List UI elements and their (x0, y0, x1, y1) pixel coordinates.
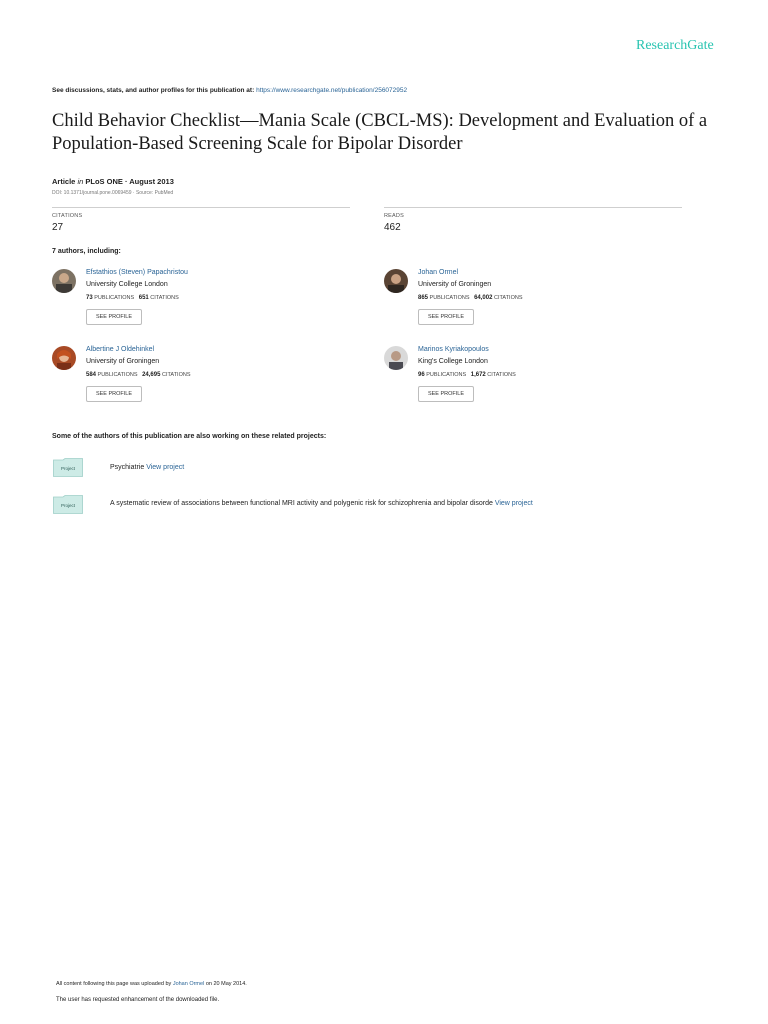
upload-suffix: on 20 May 2014. (205, 981, 247, 987)
citations-divider (52, 207, 350, 208)
article-meta: Article in PLoS ONE · August 2013 (52, 177, 174, 186)
author-stats: 96 PUBLICATIONS 1,672 CITATIONS (418, 372, 516, 378)
project-item: A systematic review of associations betw… (110, 500, 533, 507)
project-item: Psychiatrie View project (110, 464, 184, 471)
author-institution: University College London (86, 281, 168, 288)
author-stats: 584 PUBLICATIONS 24,695 CITATIONS (86, 372, 191, 378)
author-name[interactable]: Albertine J Oldehinkel (86, 346, 154, 353)
author-avatar[interactable] (384, 269, 408, 293)
project-folder-label: Project (60, 466, 75, 471)
authors-heading: 7 authors, including: (52, 248, 121, 255)
project-title: Psychiatrie (110, 464, 145, 471)
enhancement-note: The user has requested enhancement of th… (56, 997, 220, 1003)
uploader-link[interactable]: Johan Ormel (173, 981, 205, 987)
reads-label: READS (384, 213, 404, 219)
author-stats: 73 PUBLICATIONS 651 CITATIONS (86, 295, 179, 301)
author-card: Johan Ormel University of Groningen 865 … (384, 269, 684, 339)
journal-date: PLoS ONE · August 2013 (85, 177, 174, 186)
author-institution: King's College London (418, 358, 488, 365)
project-folder-label: Project (60, 503, 75, 508)
see-profile-button[interactable]: SEE PROFILE (86, 309, 142, 325)
citations-value: 27 (52, 222, 64, 233)
author-institution: University of Groningen (418, 281, 492, 288)
upload-note: All content following this page was uplo… (56, 981, 247, 987)
author-avatar[interactable] (52, 346, 76, 370)
citations-label: CITATIONS (52, 213, 83, 219)
projects-heading: Some of the authors of this publication … (52, 433, 327, 440)
in-word: in (77, 177, 84, 186)
discussion-prefix: See discussions, stats, and author profi… (52, 87, 255, 94)
project-folder-icon: Project (53, 495, 83, 514)
reads-value: 462 (384, 222, 401, 233)
project-folder-icon: Project (53, 458, 83, 477)
author-name[interactable]: Efstathios (Steven) Papachristou (86, 269, 188, 276)
publication-title: Child Behavior Checklist—Mania Scale (CB… (52, 111, 708, 154)
upload-prefix: All content following this page was uplo… (56, 981, 172, 987)
article-type: Article (52, 177, 76, 186)
doi-line: DOI: 10.1371/journal.pone.0069459 · Sour… (52, 190, 174, 196)
discussion-line: See discussions, stats, and author profi… (52, 87, 407, 94)
project-title: A systematic review of associations betw… (110, 500, 493, 507)
see-profile-button[interactable]: SEE PROFILE (418, 386, 474, 402)
reads-divider (384, 207, 682, 208)
see-profile-button[interactable]: SEE PROFILE (418, 309, 474, 325)
author-card: Marinos Kyriakopoulos King's College Lon… (384, 346, 684, 416)
author-card: Albertine J Oldehinkel University of Gro… (52, 346, 352, 416)
author-card: Efstathios (Steven) Papachristou Univers… (52, 269, 352, 339)
author-name[interactable]: Marinos Kyriakopoulos (418, 346, 489, 353)
author-avatar[interactable] (384, 346, 408, 370)
author-avatar[interactable] (52, 269, 76, 293)
see-profile-button[interactable]: SEE PROFILE (86, 386, 142, 402)
view-project-link[interactable]: View project (146, 464, 184, 471)
publication-url-link[interactable]: https://www.researchgate.net/publication… (256, 87, 407, 94)
view-project-link[interactable]: View project (495, 500, 533, 507)
author-name[interactable]: Johan Ormel (418, 269, 458, 276)
researchgate-logo[interactable]: ResearchGate (636, 38, 714, 54)
author-institution: University of Groningen (86, 358, 160, 365)
author-stats: 865 PUBLICATIONS 64,002 CITATIONS (418, 295, 523, 301)
